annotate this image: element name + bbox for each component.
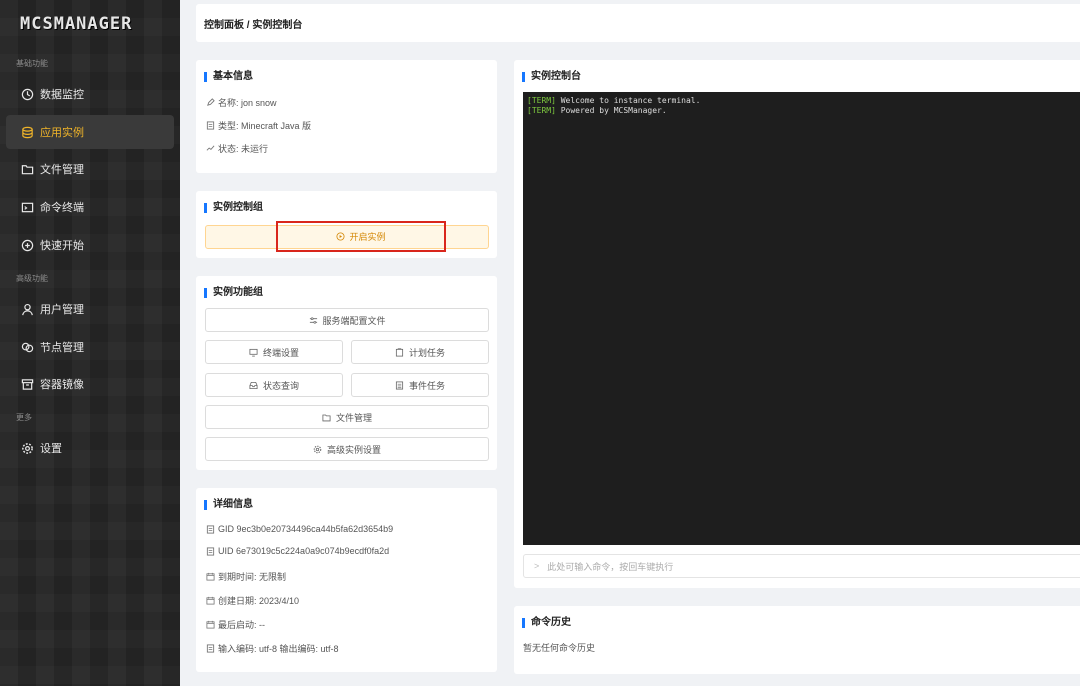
document-icon xyxy=(205,121,215,131)
event-tasks-button[interactable]: 事件任务 xyxy=(351,373,489,397)
folder-icon xyxy=(20,162,34,176)
terminal-line: [TERM] Welcome to instance terminal. xyxy=(527,96,701,105)
sidebar-item-nodes[interactable]: 节点管理 xyxy=(0,330,180,364)
card-title: 基本信息 xyxy=(204,72,253,82)
sliders-icon xyxy=(308,315,318,325)
terminal-settings-button[interactable]: 终端设置 xyxy=(205,340,343,364)
sidebar-item-instances[interactable]: 应用实例 xyxy=(6,115,174,149)
calendar-icon xyxy=(205,596,215,606)
folder-icon xyxy=(322,412,332,422)
sidebar-item-settings[interactable]: 设置 xyxy=(0,431,180,465)
card-title: 详细信息 xyxy=(204,500,253,510)
detail-uid: UID 6e73019c5c224a0a9c074b9ecdf0fa2d xyxy=(205,546,389,556)
start-instance-button[interactable]: 开启实例 xyxy=(276,221,446,252)
clipboard-icon xyxy=(395,347,405,357)
app-logo[interactable]: MCSMANAGER xyxy=(20,14,156,34)
calendar-icon xyxy=(205,620,215,630)
schedule-button[interactable]: 计划任务 xyxy=(351,340,489,364)
header-bar: 控制面板 / 实例控制台 xyxy=(196,4,1080,42)
activity-icon xyxy=(205,144,215,154)
sidebar-item-terminal[interactable]: 命令终端 xyxy=(0,190,180,224)
detail-gid: GID 9ec3b0e20734496ca44b5fa62d3654b9 xyxy=(205,524,393,534)
start-instance-label: 开启实例 xyxy=(349,232,386,242)
start-button-bar[interactable]: 开启实例 xyxy=(205,221,489,252)
play-circle-icon xyxy=(336,231,346,242)
history-empty: 暂无任何命令历史 xyxy=(523,643,596,653)
sidebar-item-label: 容器镜像 xyxy=(40,379,84,391)
info-type: 类型: Minecraft Java 版 xyxy=(205,119,311,132)
card-title: 命令历史 xyxy=(522,618,571,628)
details-card: 详细信息 GID 9ec3b0e20734496ca44b5fa62d3654b… xyxy=(196,488,497,672)
chevron-right-icon: > xyxy=(534,561,540,571)
sidebar-item-monitor[interactable]: 数据监控 xyxy=(0,77,180,111)
basic-info-card: 基本信息 名称: jon snow 类型: Minecraft Java 版 状… xyxy=(196,60,497,173)
card-title: 实例控制台 xyxy=(522,72,581,82)
inbox-icon xyxy=(249,380,259,390)
card-title: 实例控制组 xyxy=(204,203,263,213)
document-icon xyxy=(205,644,215,654)
detail-encoding: 输入编码: utf-8 输出编码: utf-8 xyxy=(205,642,339,655)
sidebar-item-label: 命令终端 xyxy=(40,202,84,214)
command-input-placeholder: 此处可输入命令，按回车键执行 xyxy=(547,561,674,572)
sidebar-item-label: 用户管理 xyxy=(40,304,84,316)
info-name: 名称: jon snow xyxy=(205,96,277,109)
function-group-card: 实例功能组 服务端配置文件 终端设置 计划任务 状态查询 事件任务 文件管理 高… xyxy=(196,276,497,470)
card-title: 实例功能组 xyxy=(204,288,263,298)
gear-icon xyxy=(20,441,34,455)
group-label-more: 更多 xyxy=(16,413,32,422)
sidebar-item-label: 数据监控 xyxy=(40,89,84,101)
advanced-settings-button[interactable]: 高级实例设置 xyxy=(205,437,489,461)
breadcrumb: 控制面板 / 实例控制台 xyxy=(204,20,303,31)
node-icon xyxy=(20,340,34,354)
command-input[interactable]: > 此处可输入命令，按回车键执行 xyxy=(523,554,1080,578)
control-group-card: 实例控制组 开启实例 xyxy=(196,191,497,258)
box-icon xyxy=(20,377,34,391)
list-icon xyxy=(395,380,405,390)
sidebar-item-users[interactable]: 用户管理 xyxy=(0,292,180,326)
plus-circle-icon xyxy=(20,238,34,252)
document-icon xyxy=(205,546,215,556)
monitor-icon xyxy=(249,347,259,357)
user-icon xyxy=(20,302,34,316)
sidebar-item-quickstart[interactable]: 快速开始 xyxy=(0,228,180,262)
sidebar-item-label: 应用实例 xyxy=(40,127,84,139)
terminal-output[interactable]: [TERM] Welcome to instance terminal. [TE… xyxy=(523,92,1080,545)
group-label-advanced: 高级功能 xyxy=(16,274,48,283)
sidebar-item-label: 节点管理 xyxy=(40,342,84,354)
sidebar-item-label: 文件管理 xyxy=(40,164,84,176)
detail-last-start: 最后启动: -- xyxy=(205,618,265,631)
terminal-line: [TERM] Powered by MCSManager. xyxy=(527,106,667,115)
sidebar: MCSMANAGER 基础功能 数据监控 应用实例 文件管理 命令终端 快速开始… xyxy=(0,0,180,686)
gear-icon xyxy=(313,444,323,454)
server-config-button[interactable]: 服务端配置文件 xyxy=(205,308,489,332)
sidebar-item-label: 设置 xyxy=(40,443,62,455)
group-label-basic: 基础功能 xyxy=(16,59,48,68)
terminal-icon xyxy=(20,200,34,214)
detail-expire: 到期时间: 无限制 xyxy=(205,570,286,583)
database-icon xyxy=(20,125,34,139)
sidebar-item-files[interactable]: 文件管理 xyxy=(0,152,180,186)
history-card: 命令历史 暂无任何命令历史 xyxy=(514,606,1080,674)
calendar-icon xyxy=(205,572,215,582)
sidebar-item-label: 快速开始 xyxy=(40,240,84,252)
console-card: 实例控制台 [TERM] Welcome to instance termina… xyxy=(514,60,1080,588)
status-query-button[interactable]: 状态查询 xyxy=(205,373,343,397)
detail-created: 创建日期: 2023/4/10 xyxy=(205,594,299,607)
info-status: 状态: 未运行 xyxy=(205,142,268,155)
dashboard-icon xyxy=(20,87,34,101)
edit-icon xyxy=(205,98,215,108)
file-manage-button[interactable]: 文件管理 xyxy=(205,405,489,429)
sidebar-item-images[interactable]: 容器镜像 xyxy=(0,367,180,401)
document-icon xyxy=(205,524,215,534)
